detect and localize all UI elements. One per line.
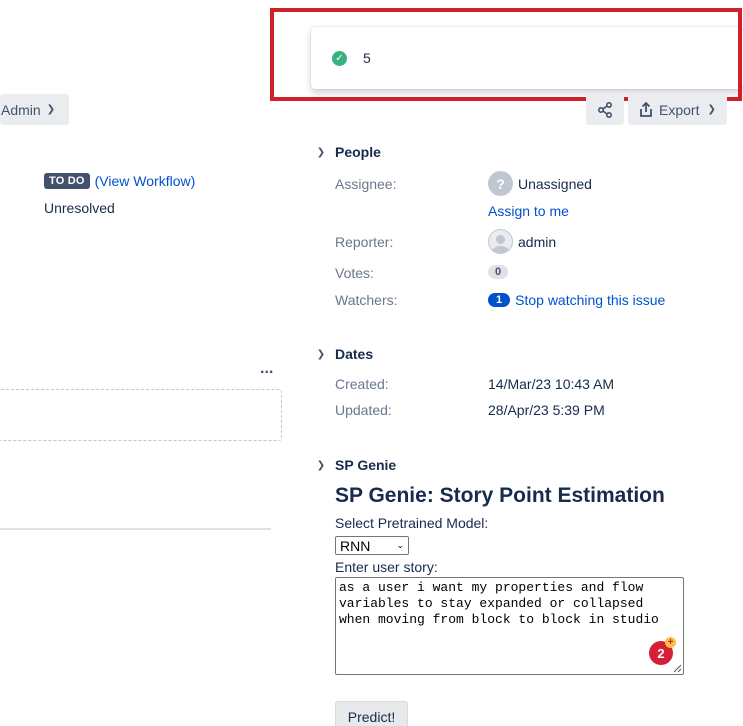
watchers-badge[interactable]: 1 — [488, 293, 511, 307]
sp-genie-section-toggle[interactable]: ❯ SP Genie — [314, 457, 396, 473]
updated-value: 28/Apr/23 5:39 PM — [488, 402, 605, 418]
admin-dropdown-button[interactable]: Admin ❯ — [0, 94, 69, 125]
created-value: 14/Mar/23 10:43 AM — [488, 376, 615, 392]
share-button[interactable] — [586, 94, 624, 125]
admin-button-label: Admin — [1, 101, 41, 118]
created-label: Created: — [335, 376, 389, 392]
votes-label: Votes: — [335, 265, 374, 281]
votes-badge: 0 — [488, 265, 509, 279]
unassigned-avatar-icon: ? — [488, 171, 513, 196]
view-workflow-link[interactable]: (View Workflow) — [95, 173, 196, 189]
resolution-value: Unresolved — [44, 200, 115, 216]
chevron-down-icon: ❯ — [46, 104, 56, 115]
chevron-down-icon: ❯ — [316, 146, 326, 158]
status-row: TO DO (View Workflow) — [44, 173, 195, 189]
grammar-plus-icon: + — [665, 637, 676, 648]
resize-handle-icon[interactable] — [672, 663, 682, 673]
updated-label: Updated: — [335, 402, 392, 418]
model-select[interactable]: RNN ⌄ — [335, 536, 409, 555]
people-section-toggle[interactable]: ❯ People — [314, 144, 381, 160]
assignee-name: Unassigned — [518, 175, 592, 192]
user-avatar-icon — [488, 229, 513, 254]
reporter-label: Reporter: — [335, 234, 394, 250]
highlight-box — [270, 8, 742, 101]
dates-heading: Dates — [335, 346, 374, 362]
dates-section-toggle[interactable]: ❯ Dates — [314, 346, 373, 362]
export-button[interactable]: Export ❯ — [628, 94, 727, 125]
watchers-label: Watchers: — [335, 292, 398, 308]
reporter-value[interactable]: admin — [488, 229, 556, 254]
reporter-name: admin — [518, 233, 557, 250]
assignee-value: ? Unassigned — [488, 171, 592, 196]
more-options-icon[interactable]: ... — [260, 360, 273, 378]
people-heading: People — [335, 144, 381, 160]
stop-watching-link[interactable]: Stop watching this issue — [515, 292, 665, 308]
predict-button[interactable]: Predict! — [335, 701, 408, 726]
chevron-down-icon: ❯ — [316, 459, 326, 471]
chevron-down-icon: ❯ — [707, 104, 716, 115]
chevron-down-icon: ⌄ — [396, 540, 404, 550]
export-icon — [640, 101, 652, 117]
user-story-textarea[interactable]: as a user i want my properties and flow … — [335, 577, 684, 675]
watchers-value: 1 Stop watching this issue — [488, 292, 665, 308]
model-select-value: RNN — [340, 537, 371, 554]
status-lozenge: TO DO — [44, 173, 90, 189]
sp-genie-heading: SP Genie — [335, 457, 397, 473]
share-icon — [597, 101, 612, 118]
chevron-down-icon: ❯ — [316, 348, 326, 360]
votes-value[interactable]: 0 — [488, 265, 509, 279]
story-label: Enter user story: — [335, 559, 438, 575]
assign-to-me-link[interactable]: Assign to me — [488, 203, 569, 219]
section-divider — [0, 528, 271, 530]
empty-field-box[interactable] — [0, 389, 282, 441]
export-label: Export — [659, 101, 700, 118]
sp-genie-title: SP Genie: Story Point Estimation — [335, 484, 665, 507]
assignee-label: Assignee: — [335, 176, 397, 192]
model-label: Select Pretrained Model: — [335, 515, 489, 531]
